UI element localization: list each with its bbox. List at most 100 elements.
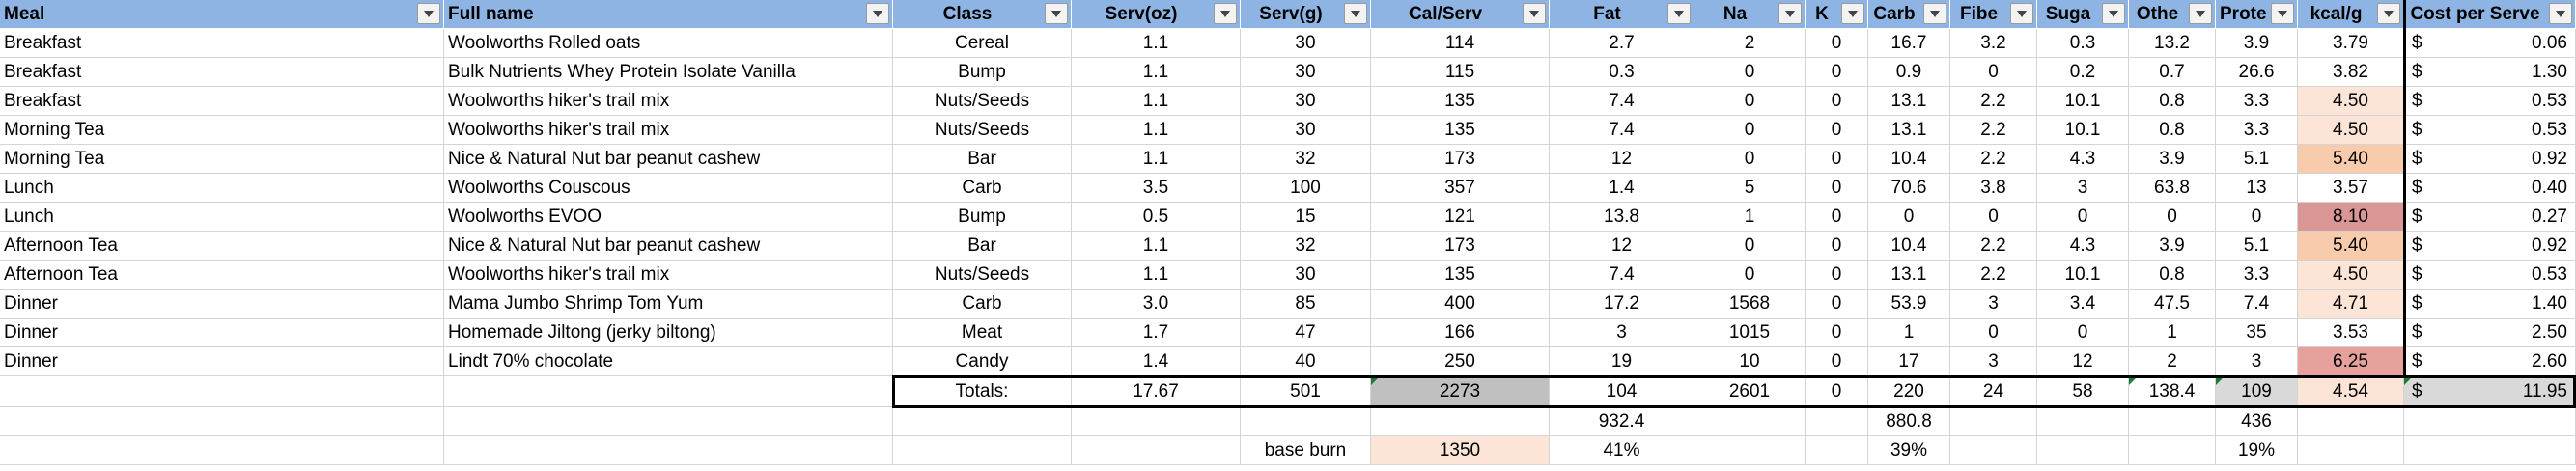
cell-full-name[interactable]: Nice & Natural Nut bar peanut cashew xyxy=(444,232,893,261)
cell-protein[interactable]: 35 xyxy=(2216,319,2298,347)
cell-cost[interactable]: $0.27 xyxy=(2404,203,2576,232)
cell-serv-g[interactable]: 30 xyxy=(1241,58,1371,87)
cell-na[interactable]: 0 xyxy=(1694,87,1806,116)
cell[interactable] xyxy=(2129,407,2216,436)
cell-meal[interactable]: Breakfast xyxy=(0,58,444,87)
cell[interactable] xyxy=(1371,407,1550,436)
cell-class[interactable]: Carb xyxy=(893,174,1072,203)
cell[interactable] xyxy=(1072,407,1241,436)
cell-class[interactable]: Bar xyxy=(893,232,1072,261)
cell-other[interactable]: 3.9 xyxy=(2129,145,2216,174)
filter-dropdown-icon[interactable] xyxy=(1045,3,1068,24)
cell-fibre[interactable]: 2.2 xyxy=(1950,232,2037,261)
filter-dropdown-icon[interactable] xyxy=(2549,3,2572,24)
base-burn-label[interactable]: base burn xyxy=(1241,436,1371,465)
cell-fat[interactable]: 7.4 xyxy=(1550,87,1694,116)
cell-carb[interactable]: 10.4 xyxy=(1868,145,1950,174)
cell-cost[interactable]: $0.53 xyxy=(2404,116,2576,145)
cell-k[interactable]: 0 xyxy=(1806,319,1868,347)
cell-cost[interactable]: $2.60 xyxy=(2404,347,2576,376)
cell-full-name[interactable]: Woolworths hiker's trail mix xyxy=(444,116,893,145)
cell[interactable] xyxy=(893,436,1072,465)
filter-dropdown-icon[interactable] xyxy=(1923,3,1946,24)
cell-na[interactable]: 1015 xyxy=(1694,319,1806,347)
cell-fat[interactable]: 3 xyxy=(1550,319,1694,347)
cell-protein[interactable]: 5.1 xyxy=(2216,232,2298,261)
cell-cal-serv[interactable]: 114 xyxy=(1371,29,1550,58)
cell-full-name[interactable]: Homemade Jiltong (jerky biltong) xyxy=(444,319,893,347)
cell-class[interactable]: Meat xyxy=(893,319,1072,347)
cell-other[interactable]: 1 xyxy=(2129,319,2216,347)
cell-kcal-g[interactable]: 4.50 xyxy=(2298,87,2404,116)
fat-kcal[interactable]: 932.4 xyxy=(1550,407,1694,436)
total-kcal-g[interactable]: 4.54 xyxy=(2298,376,2404,407)
filter-dropdown-icon[interactable] xyxy=(866,3,889,24)
cell-carb[interactable]: 10.4 xyxy=(1868,232,1950,261)
cell-na[interactable]: 10 xyxy=(1694,347,1806,376)
cell-other[interactable]: 47.5 xyxy=(2129,290,2216,319)
cell-serv-g[interactable]: 15 xyxy=(1241,203,1371,232)
cell-serv-g[interactable]: 30 xyxy=(1241,87,1371,116)
cell-k[interactable]: 0 xyxy=(1806,58,1868,87)
cell-serv-oz[interactable]: 1.4 xyxy=(1072,347,1241,376)
header-sugar[interactable]: Suga xyxy=(2037,0,2129,29)
cell-serv-oz[interactable]: 1.1 xyxy=(1072,261,1241,290)
cell-serv-oz[interactable]: 3.5 xyxy=(1072,174,1241,203)
total-protein[interactable]: 109 xyxy=(2216,376,2298,407)
header-k[interactable]: K xyxy=(1806,0,1868,29)
cell-full-name[interactable]: Woolworths hiker's trail mix xyxy=(444,261,893,290)
cell-fibre[interactable]: 3.2 xyxy=(1950,29,2037,58)
cell-na[interactable]: 0 xyxy=(1694,232,1806,261)
cell-cost[interactable]: $0.92 xyxy=(2404,145,2576,174)
cell-serv-g[interactable]: 40 xyxy=(1241,347,1371,376)
cell-cal-serv[interactable]: 121 xyxy=(1371,203,1550,232)
cell-meal[interactable]: Lunch xyxy=(0,203,444,232)
filter-dropdown-icon[interactable] xyxy=(2377,3,2400,24)
cell[interactable] xyxy=(2129,436,2216,465)
cell-fat[interactable]: 12 xyxy=(1550,145,1694,174)
cell-fat[interactable]: 12 xyxy=(1550,232,1694,261)
cell[interactable] xyxy=(893,407,1072,436)
cell[interactable] xyxy=(1950,436,2037,465)
total-fibre[interactable]: 24 xyxy=(1950,376,2037,407)
cell-meal[interactable]: Breakfast xyxy=(0,29,444,58)
cell-k[interactable]: 0 xyxy=(1806,203,1868,232)
filter-dropdown-icon[interactable] xyxy=(417,3,440,24)
cell-cost[interactable]: $0.40 xyxy=(2404,174,2576,203)
cell-sugar[interactable]: 10.1 xyxy=(2037,261,2129,290)
cell[interactable] xyxy=(2298,407,2404,436)
cell-cal-serv[interactable]: 135 xyxy=(1371,87,1550,116)
cell-fibre[interactable]: 0 xyxy=(1950,319,2037,347)
cell-kcal-g[interactable]: 3.82 xyxy=(2298,58,2404,87)
cell-carb[interactable]: 53.9 xyxy=(1868,290,1950,319)
cell-fat[interactable]: 0.3 xyxy=(1550,58,1694,87)
cell-k[interactable]: 0 xyxy=(1806,347,1868,376)
cell-cal-serv[interactable]: 135 xyxy=(1371,261,1550,290)
cell-sugar[interactable]: 0 xyxy=(2037,319,2129,347)
cell-protein[interactable]: 13 xyxy=(2216,174,2298,203)
cell-k[interactable]: 0 xyxy=(1806,174,1868,203)
cell-sugar[interactable]: 4.3 xyxy=(2037,232,2129,261)
cell-kcal-g[interactable]: 3.79 xyxy=(2298,29,2404,58)
cell-serv-g[interactable]: 100 xyxy=(1241,174,1371,203)
header-full-name[interactable]: Full name xyxy=(444,0,893,29)
cell-fibre[interactable]: 2.2 xyxy=(1950,87,2037,116)
cell[interactable] xyxy=(444,436,893,465)
cell-cal-serv[interactable]: 166 xyxy=(1371,319,1550,347)
cell-serv-oz[interactable]: 1.1 xyxy=(1072,87,1241,116)
cell-fibre[interactable]: 0 xyxy=(1950,203,2037,232)
filter-dropdown-icon[interactable] xyxy=(1344,3,1367,24)
cell-other[interactable]: 0 xyxy=(2129,203,2216,232)
cell-kcal-g[interactable]: 3.53 xyxy=(2298,319,2404,347)
cell-kcal-g[interactable]: 5.40 xyxy=(2298,145,2404,174)
cell-k[interactable]: 0 xyxy=(1806,116,1868,145)
cell-other[interactable]: 13.2 xyxy=(2129,29,2216,58)
cell-serv-oz[interactable]: 1.1 xyxy=(1072,145,1241,174)
cell-na[interactable]: 1568 xyxy=(1694,290,1806,319)
cell[interactable] xyxy=(1694,407,1806,436)
cell-na[interactable]: 0 xyxy=(1694,261,1806,290)
cell-cost[interactable]: $0.92 xyxy=(2404,232,2576,261)
cell-class[interactable]: Candy xyxy=(893,347,1072,376)
total-other[interactable]: 138.4 xyxy=(2129,376,2216,407)
cell-na[interactable]: 2 xyxy=(1694,29,1806,58)
